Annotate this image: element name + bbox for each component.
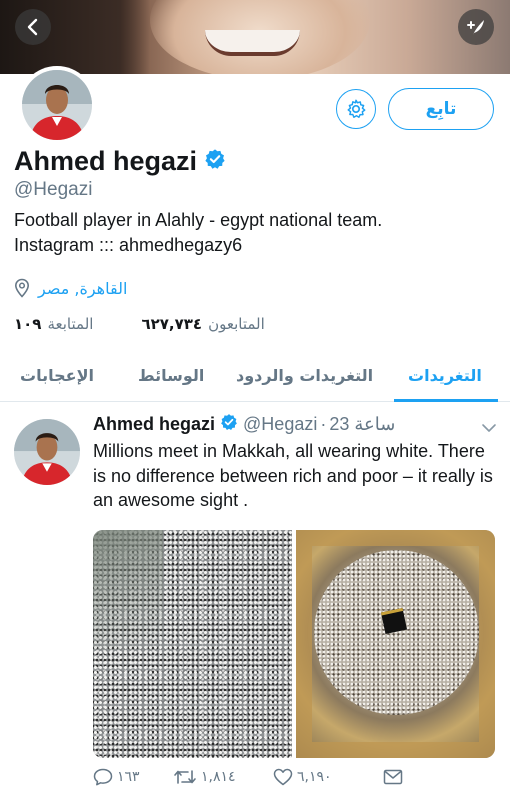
tweet-author-name[interactable]: Ahmed hegazi [93, 414, 215, 435]
gear-icon [347, 99, 366, 118]
following-stat[interactable]: ١٠٩ المتابعة [14, 315, 93, 333]
banner-smile [205, 30, 300, 56]
back-button[interactable] [15, 9, 51, 45]
tweet-actions: ١٦٣ ١,٨١٤ ٦,١٩٠ [93, 768, 433, 786]
settings-button[interactable] [336, 89, 376, 129]
tweet-avatar-portrait [14, 419, 80, 485]
tweet-photo-crowd[interactable] [93, 530, 292, 758]
tab-tweets[interactable]: التغريدات [408, 366, 482, 385]
profile-avatar[interactable] [18, 66, 96, 144]
tab-likes[interactable]: الإعجابات [20, 366, 94, 385]
reply-count: ١٦٣ [117, 769, 140, 785]
reply-icon [93, 768, 113, 786]
profile-name: Ahmed hegazi [14, 146, 226, 177]
tweet-author-handle: @Hegazi [243, 414, 318, 434]
bio-line-1: Football player in Alahly - egypt nation… [14, 210, 383, 230]
tweet-avatar[interactable] [14, 419, 80, 485]
retweet-icon [174, 770, 196, 784]
tab-tweets-replies[interactable]: التغريدات والردود [236, 366, 373, 385]
tweet-text: Millions meet in Makkah, all wearing whi… [93, 441, 493, 510]
profile-banner [0, 0, 510, 74]
followers-label: المتابعون [208, 315, 265, 333]
tweet-separator: · [320, 414, 327, 434]
location-pin-icon [14, 278, 30, 298]
tweet-timestamp: 23 ساعة [329, 414, 396, 434]
chevron-down-icon [482, 424, 496, 432]
followers-stat[interactable]: ٦٢٧,٧٣٤ المتابعون [141, 315, 264, 333]
chevron-left-icon [27, 18, 38, 36]
following-count: ١٠٩ [14, 315, 42, 333]
profile-handle: @Hegazi [14, 179, 93, 200]
heart-icon [273, 768, 293, 786]
tweet-photo-kaaba[interactable] [296, 530, 495, 758]
retweet-count: ١,٨١٤ [201, 769, 236, 785]
compose-button[interactable] [458, 9, 494, 45]
verified-badge-icon [220, 413, 238, 436]
followers-count: ٦٢٧,٧٣٤ [141, 315, 203, 333]
follow-button[interactable]: تابِع [388, 88, 494, 130]
profile-tabs: الإعجابات الوسائط التغريدات والردود التغ… [0, 352, 510, 402]
active-tab-indicator [394, 399, 498, 402]
tweet-header: Ahmed hegazi @Hegazi · 23 ساعة [93, 413, 395, 436]
like-count: ٦,١٩٠ [297, 769, 332, 785]
profile-name-text: Ahmed hegazi [14, 146, 198, 176]
profile-bio: Football player in Alahly - egypt nation… [14, 208, 494, 258]
profile-stats: ١٠٩ المتابعة ٦٢٧,٧٣٤ المتابعون [14, 315, 265, 333]
avatar [22, 70, 92, 140]
following-label: المتابعة [47, 315, 94, 333]
compose-tweet-icon [467, 20, 484, 35]
avatar-portrait [22, 70, 92, 140]
tweet-media[interactable] [93, 530, 495, 758]
location-text[interactable]: القاهرة, مصر [38, 279, 127, 298]
retweet-button[interactable]: ١,٨١٤ [173, 768, 273, 786]
reply-button[interactable]: ١٦٣ [93, 768, 173, 786]
tab-media[interactable]: الوسائط [138, 366, 204, 385]
like-button[interactable]: ٦,١٩٠ [273, 768, 383, 786]
tweet-menu-button[interactable] [481, 419, 497, 438]
bio-line-2: Instagram ::: ahmedhegazy6 [14, 235, 243, 255]
profile-location: القاهرة, مصر [14, 278, 127, 298]
verified-badge-icon [204, 146, 226, 177]
direct-message-button[interactable] [383, 769, 403, 785]
envelope-icon [383, 769, 403, 785]
